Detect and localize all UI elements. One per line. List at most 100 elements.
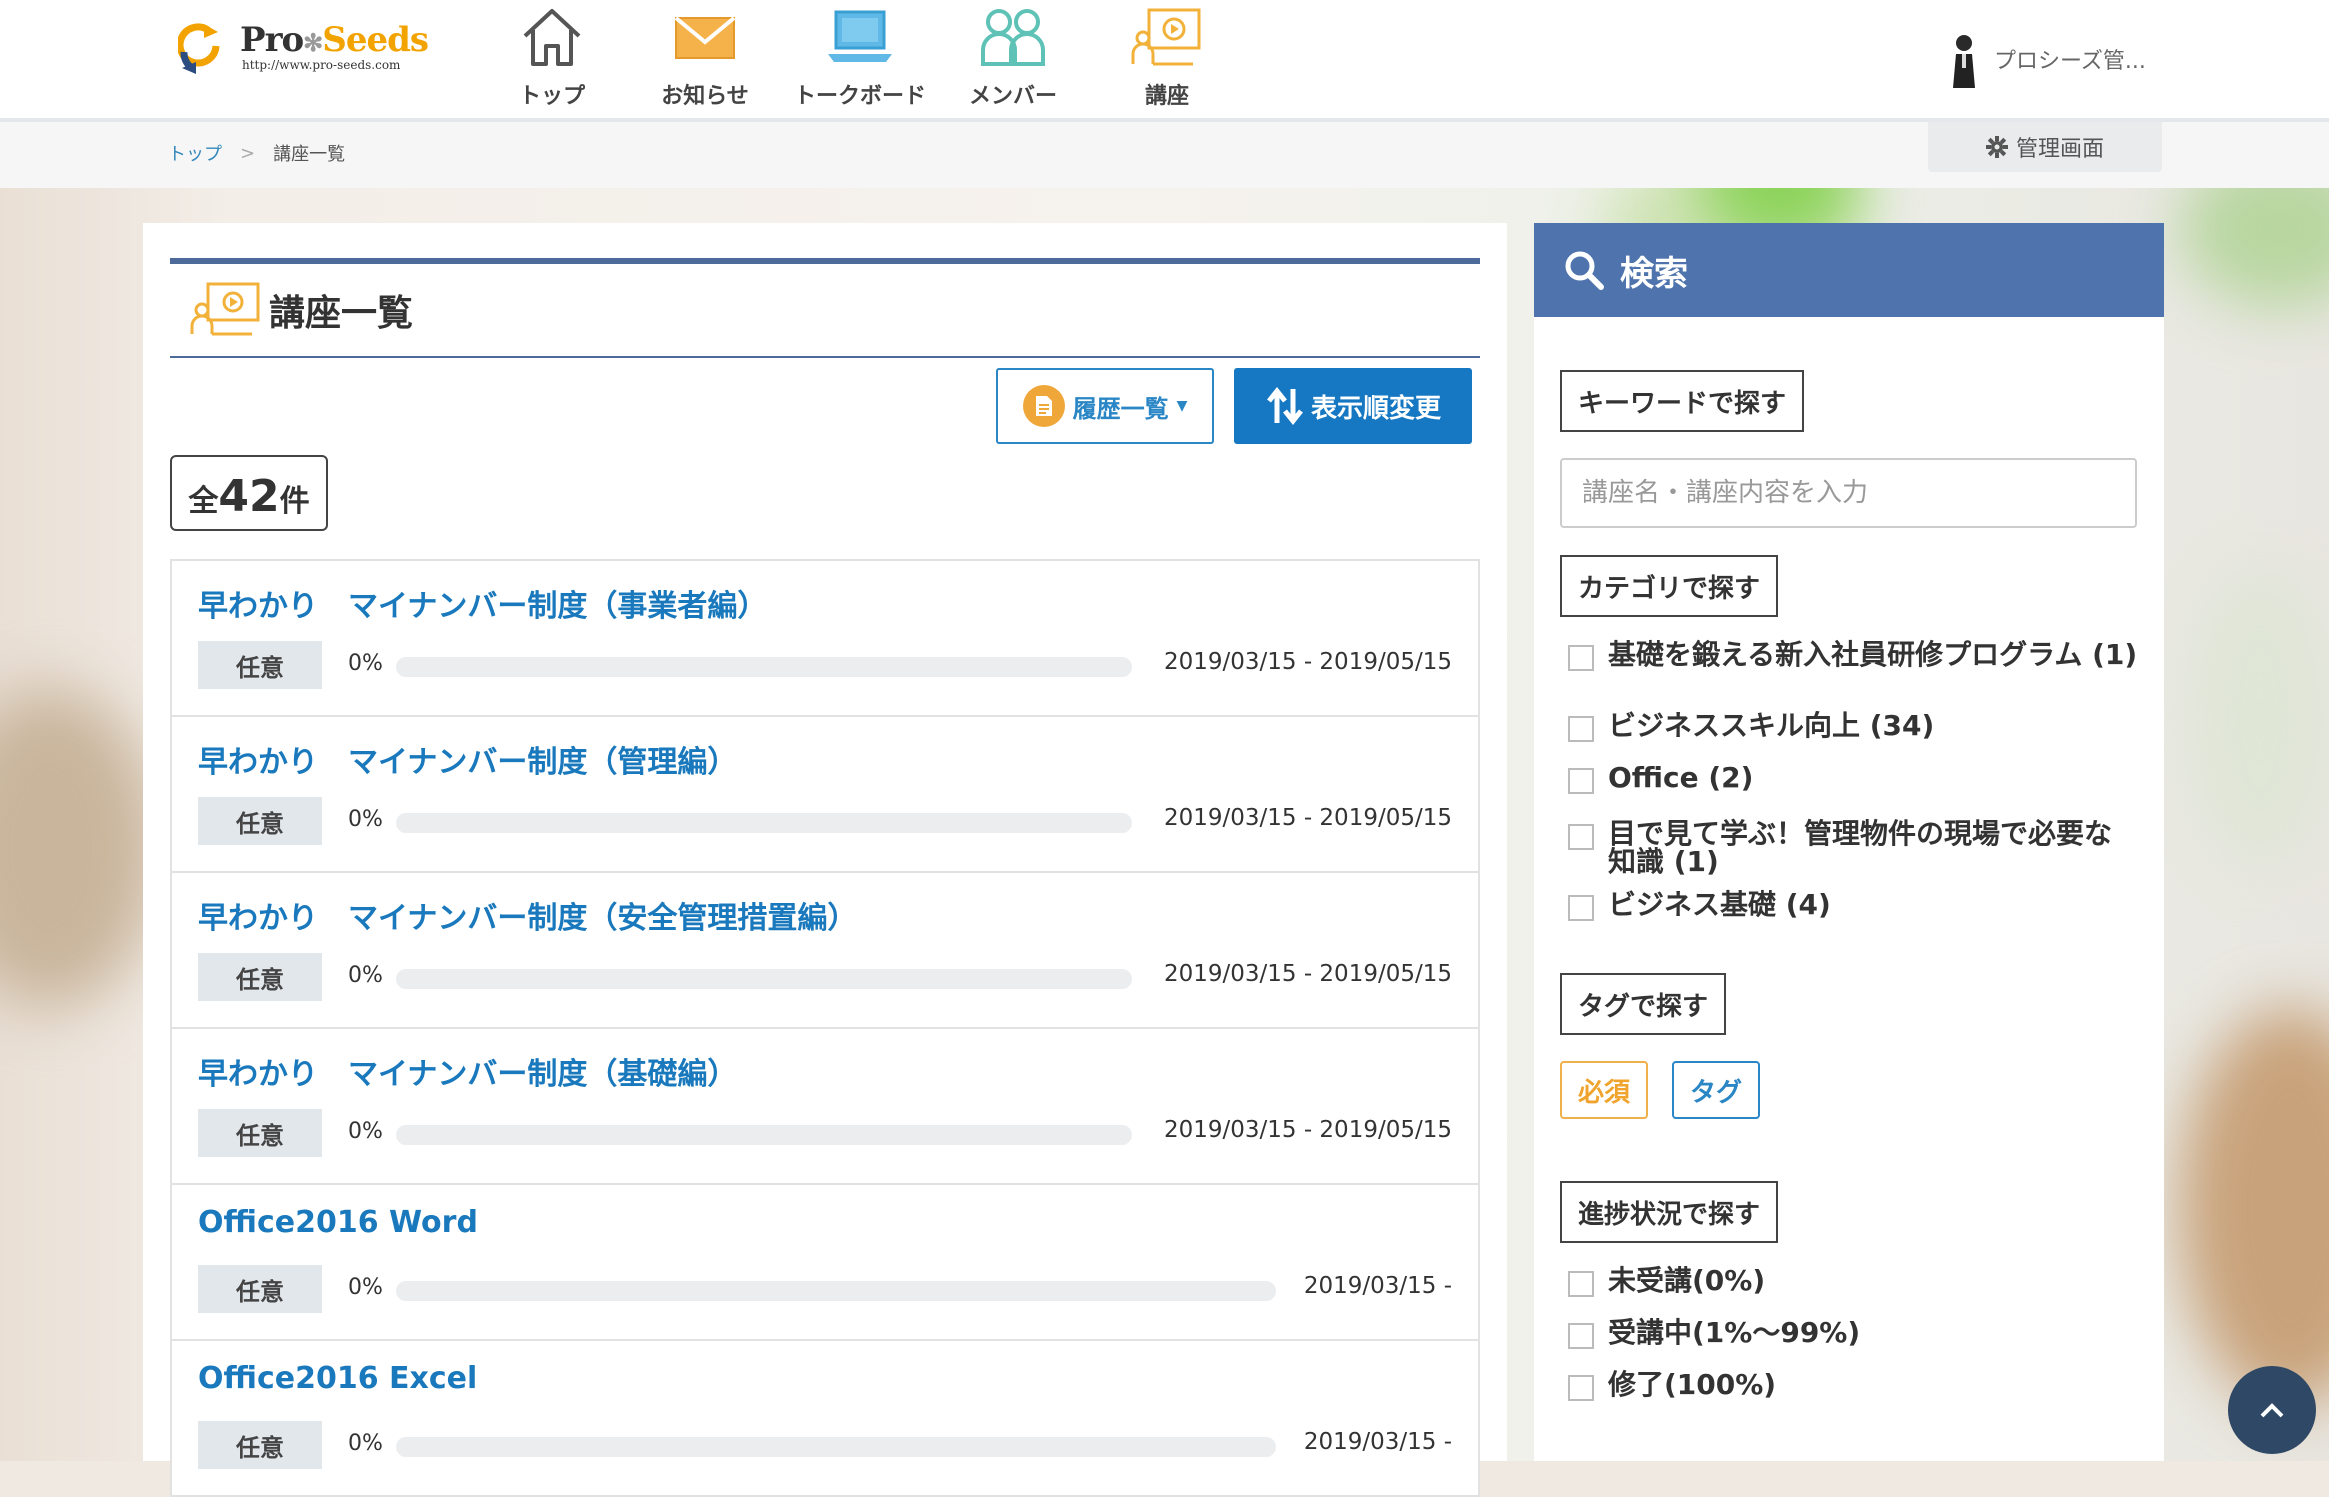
course-card[interactable]: 早わかり マイナンバー制度（安全管理措置編） 任意 0% 2019/03/15 … (170, 871, 1480, 1029)
checkbox[interactable] (1568, 768, 1594, 794)
progress-bar (396, 1281, 1276, 1301)
gear-icon (1985, 136, 2008, 158)
course-badge: 任意 (198, 1109, 322, 1157)
progress-percent: 0% (348, 651, 383, 676)
progress-bar (396, 1437, 1276, 1457)
checkbox[interactable] (1568, 1271, 1594, 1297)
progress-bar (396, 813, 1132, 833)
checkbox[interactable] (1568, 895, 1594, 921)
admin-button[interactable]: 管理画面 (1928, 122, 2162, 172)
nav-members[interactable]: メンバー (938, 6, 1088, 109)
progress-option-label: 修了(100%) (1608, 1368, 1777, 1401)
course-badge: 任意 (198, 641, 322, 689)
course-title[interactable]: Office2016 Excel (198, 1361, 477, 1396)
scroll-to-top-button[interactable] (2228, 1366, 2316, 1454)
course-icon (190, 282, 260, 336)
course-icon (1131, 8, 1201, 66)
breadcrumb-current: 講座一覧 (273, 144, 346, 165)
laptop-icon (828, 10, 892, 62)
progress-percent: 0% (348, 963, 383, 988)
progress-bar (396, 657, 1132, 677)
course-title[interactable]: 早わかり マイナンバー制度（管理編） (198, 737, 737, 781)
category-checkbox[interactable]: Office (2) (1568, 764, 2138, 794)
sort-order-button[interactable]: 表示順変更 (1234, 368, 1472, 444)
logo-url: http://www.pro-seeds.com (242, 58, 401, 72)
nav-courses[interactable]: 講座 (1092, 6, 1242, 109)
count-value: 42 (218, 471, 280, 522)
keyword-input[interactable] (1560, 458, 2137, 528)
course-badge: 任意 (198, 1421, 322, 1469)
course-title[interactable]: 早わかり マイナンバー制度（事業者編） (198, 581, 767, 625)
checkbox[interactable] (1568, 1375, 1594, 1401)
course-period: 2019/03/15 - 2019/05/15 (1163, 961, 1452, 987)
progress-percent: 0% (348, 1119, 383, 1144)
course-title[interactable]: 早わかり マイナンバー制度（安全管理措置編） (198, 893, 857, 937)
progress-option-label: 未受講(0%) (1608, 1264, 1766, 1297)
course-badge: 任意 (198, 797, 322, 845)
checkbox[interactable] (1568, 645, 1594, 671)
category-checkbox[interactable]: ビジネス基礎 (4) (1568, 891, 2138, 921)
nav-top[interactable]: トップ (477, 6, 627, 109)
course-card[interactable]: 早わかり マイナンバー制度（事業者編） 任意 0% 2019/03/15 - 2… (170, 559, 1480, 717)
checkbox[interactable] (1568, 716, 1594, 742)
keyword-section-label: キーワードで探す (1560, 370, 1805, 432)
sort-arrows-icon (1267, 387, 1303, 425)
search-header: 検索 (1534, 223, 2164, 317)
nav-news[interactable]: お知らせ (630, 6, 780, 109)
user-name: プロシーズ管... (1994, 49, 2146, 74)
chevron-up-icon (2260, 1403, 2284, 1418)
home-icon (523, 9, 581, 66)
pro-seeds-logo[interactable]: Pro✻Seeds http://www.pro-seeds.com (178, 18, 429, 78)
course-card[interactable]: Office2016 Excel 任意 0% 2019/03/15 - (170, 1339, 1480, 1497)
tag-tag[interactable]: タグ (1672, 1061, 1761, 1119)
course-card[interactable]: 早わかり マイナンバー制度（管理編） 任意 0% 2019/03/15 - 20… (170, 715, 1480, 873)
count-prefix: 全 (188, 484, 219, 519)
progress-bar (396, 969, 1132, 989)
course-card[interactable]: Office2016 Word 任意 0% 2019/03/15 - (170, 1183, 1480, 1341)
checkbox[interactable] (1568, 824, 1594, 850)
category-label: ビジネス基礎 (4) (1608, 888, 1831, 921)
page-title-bar: 講座一覧 (170, 258, 1480, 358)
category-checkbox[interactable]: 基礎を鍛える新入社員研修プログラム (1) (1568, 641, 2138, 671)
history-list-button[interactable]: 履歴一覧 ▼ (996, 368, 1214, 444)
category-checkbox[interactable]: ビジネススキル向上 (34) (1568, 712, 2138, 742)
nav-talkboard[interactable]: トークボード (785, 6, 935, 109)
category-label: ビジネススキル向上 (34) (1608, 709, 1935, 742)
count-suffix: 件 (279, 484, 310, 519)
course-period: 2019/03/15 - 2019/05/15 (1163, 649, 1452, 675)
members-icon (981, 9, 1045, 66)
progress-section-label: 進捗状況で探す (1560, 1181, 1779, 1243)
search-icon (1565, 251, 1604, 290)
search-panel: 検索 キーワードで探す カテゴリで探す 基礎を鍛える新入社員研修プログラム (1… (1534, 223, 2164, 1461)
tag-required[interactable]: 必須 (1560, 1061, 1649, 1119)
document-icon (1022, 385, 1065, 427)
mail-icon (674, 16, 736, 59)
progress-option-label: 受講中(1%〜99%) (1608, 1316, 1861, 1349)
nav-label: メンバー (968, 84, 1057, 109)
user-menu[interactable]: プロシーズ管... (1944, 30, 2146, 88)
checkbox[interactable] (1568, 1323, 1594, 1349)
tag-section-label: タグで探す (1560, 973, 1727, 1035)
course-card[interactable]: 早わかり マイナンバー制度（基礎編） 任意 0% 2019/03/15 - 20… (170, 1027, 1480, 1185)
category-label: 目で見て学ぶ！管理物件の現場で必要な知識 (1) (1608, 817, 2113, 878)
logo-text: Pro✻Seeds (240, 20, 429, 60)
sort-button-label: 表示順変更 (1310, 393, 1441, 424)
caret-down-icon: ▼ (1176, 398, 1188, 414)
progress-percent: 0% (348, 1431, 383, 1456)
course-period: 2019/03/15 - 2019/05/15 (1163, 1117, 1452, 1143)
admin-button-label: 管理画面 (2015, 137, 2104, 162)
progress-percent: 0% (348, 807, 383, 832)
breadcrumb-home[interactable]: トップ (168, 140, 222, 166)
course-title[interactable]: Office2016 Word (198, 1205, 478, 1240)
nav-label: お知らせ (661, 84, 749, 109)
course-title[interactable]: 早わかり マイナンバー制度（基礎編） (198, 1049, 737, 1093)
progress-checkbox[interactable]: 受講中(1%〜99%) (1568, 1319, 2138, 1349)
category-checkbox[interactable]: 目で見て学ぶ！管理物件の現場で必要な知識 (1) (1568, 820, 2138, 876)
course-badge: 任意 (198, 1265, 322, 1313)
logo-mark-icon (178, 23, 220, 74)
progress-checkbox[interactable]: 未受講(0%) (1568, 1267, 2138, 1297)
course-period: 2019/03/15 - (1303, 1429, 1452, 1455)
nav-label: トップ (518, 84, 585, 109)
category-section-label: カテゴリで探す (1560, 555, 1779, 617)
progress-checkbox[interactable]: 修了(100%) (1568, 1371, 2138, 1401)
